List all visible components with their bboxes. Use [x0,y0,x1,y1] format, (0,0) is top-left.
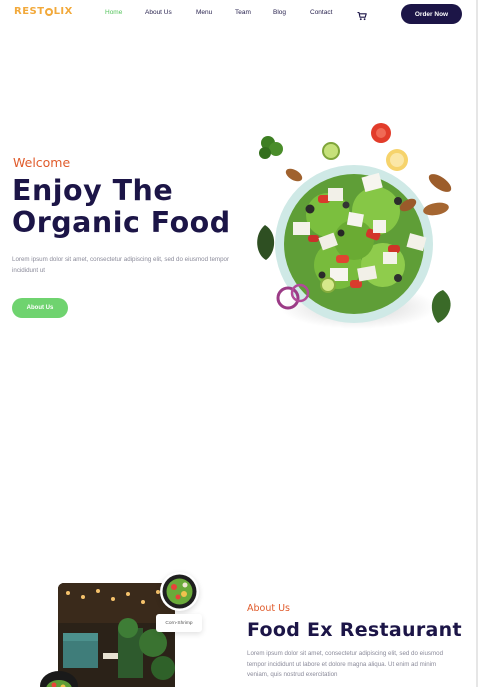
hero-eyebrow: Welcome [13,155,71,170]
nav-contact[interactable]: Contact [310,9,332,16]
salad-bowl-image [248,115,463,340]
about-title: Food Ex Restaurant [247,619,462,641]
dish-label: Corn-Shrimp [165,620,193,626]
nav-home[interactable]: Home [105,9,122,16]
hero-title: Enjoy The Organic Food [12,175,242,239]
hero-description: Lorem ipsum dolor sit amet, consectetur … [12,256,230,274]
about-eyebrow: About Us [247,603,291,614]
nav-menu[interactable]: Menu [196,9,212,16]
about-us-button[interactable]: About Us [12,298,68,318]
nav-team[interactable]: Team [235,9,251,16]
nav-blog[interactable]: Blog [273,9,286,16]
cart-icon[interactable] [357,8,367,21]
restaurant-interior-image [58,583,175,687]
nav-about-us[interactable]: About Us [145,9,172,16]
site-header: REST LIX Home About Us Menu Team Blog Con… [0,0,478,28]
order-now-button[interactable]: Order Now [401,4,462,24]
about-description: Lorem ipsum dolor sit amet, consectetur … [247,650,444,678]
hero-title-line2: Organic Food [12,206,231,239]
corn-shrimp-dish-image [160,572,199,611]
hero-title-line1: Enjoy The [12,174,174,207]
dish-label-card: Corn-Shrimp [156,614,202,632]
